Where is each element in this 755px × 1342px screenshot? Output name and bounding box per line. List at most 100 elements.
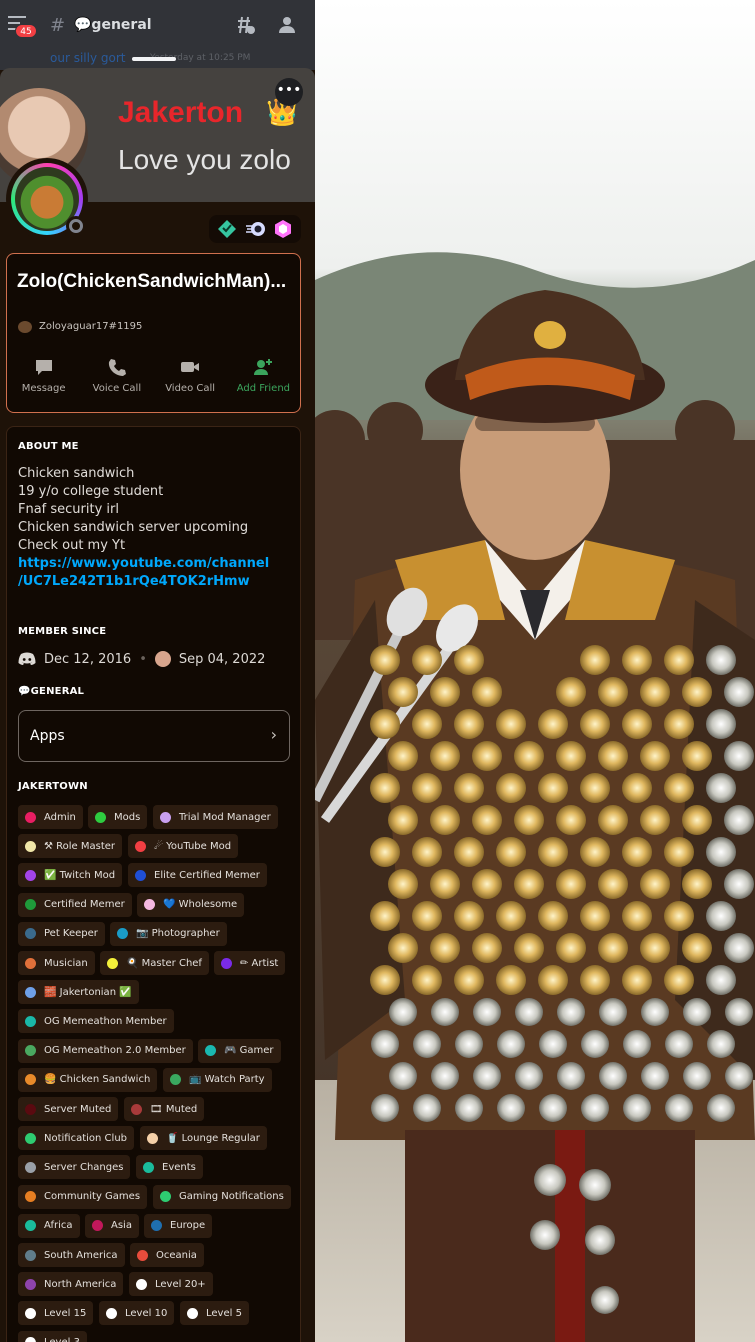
role-color-dot <box>151 1220 162 1232</box>
role-pill[interactable]: Oceania <box>130 1243 204 1267</box>
role-pill[interactable]: 💙 Wholesome <box>137 892 245 917</box>
role-color-dot <box>131 1103 142 1115</box>
medal <box>640 741 670 771</box>
medal <box>641 1062 669 1090</box>
role-pill[interactable]: Trial Mod Manager <box>153 805 278 829</box>
role-pill[interactable]: 🎞 Muted <box>124 1097 205 1121</box>
medal <box>640 869 670 899</box>
role-pill[interactable]: Asia <box>85 1213 139 1238</box>
role-pill[interactable]: Gaming Notifications <box>153 1184 291 1209</box>
role-pill[interactable]: Elite Certified Memer <box>128 863 267 888</box>
medal <box>496 709 526 739</box>
role-pill[interactable]: Server Changes <box>18 1155 131 1180</box>
medal <box>706 965 736 995</box>
role-pill[interactable]: 🍔 Chicken Sandwich <box>18 1067 158 1092</box>
role-color-dot <box>137 1249 148 1261</box>
role-pill[interactable]: Europe <box>144 1213 213 1238</box>
boost-badge-icon[interactable] <box>273 219 293 239</box>
role-pill[interactable]: Certified Memer <box>18 892 132 917</box>
medal <box>412 965 442 995</box>
message-button[interactable]: Message <box>7 357 80 394</box>
nitro-badge-icon[interactable] <box>245 219 265 239</box>
add-friend-button[interactable]: Add Friend <box>227 357 300 394</box>
role-pill[interactable]: 🎮 Gamer <box>198 1038 281 1063</box>
medal <box>430 677 460 707</box>
role-pill[interactable]: Community Games <box>18 1184 148 1209</box>
role-label: Africa <box>44 1220 73 1232</box>
medal <box>557 1062 585 1090</box>
members-icon[interactable] <box>276 14 298 36</box>
role-pill[interactable]: Server Muted <box>18 1097 119 1121</box>
medal <box>370 645 400 675</box>
medal <box>665 1030 693 1058</box>
role-pill[interactable]: Africa <box>18 1213 80 1238</box>
more-options-button[interactable]: ••• <box>275 78 303 106</box>
medal <box>706 901 736 931</box>
bio-line: Chicken sandwich <box>18 466 135 481</box>
role-pill[interactable]: 🍳 Master Chef <box>100 951 209 975</box>
role-pill[interactable]: 📺 Watch Party <box>163 1067 272 1092</box>
role-pill[interactable]: 🧱 Jakertonian ✅ <box>18 980 139 1005</box>
profile-panel: 45 # 💬general our silly gort Yesterday a… <box>0 0 315 1342</box>
medal <box>472 869 502 899</box>
role-color-dot <box>117 928 128 940</box>
avatar[interactable] <box>6 158 88 240</box>
role-pill[interactable]: Level 20+ <box>129 1272 213 1297</box>
youtube-link[interactable]: https://www.youtube.com/channel/UC7Le242… <box>18 555 269 591</box>
role-pill[interactable]: South America <box>18 1243 125 1267</box>
bio-text: Chicken sandwich 19 y/o college student … <box>18 465 269 591</box>
role-pill[interactable]: OG Memeathon Member <box>18 1009 174 1034</box>
role-pill[interactable]: Level 3 <box>18 1330 87 1342</box>
role-label: Gaming Notifications <box>179 1191 284 1203</box>
medal <box>496 965 526 995</box>
role-pill[interactable]: Level 10 <box>99 1301 175 1326</box>
medal <box>412 709 442 739</box>
medal <box>622 965 652 995</box>
medal <box>641 998 669 1026</box>
role-color-dot <box>25 1337 36 1342</box>
role-pill[interactable]: Admin <box>18 805 83 829</box>
roles-heading: JAKERTOWN <box>18 781 88 792</box>
medal <box>557 998 585 1026</box>
role-pill[interactable]: OG Memeathon 2.0 Member <box>18 1038 193 1063</box>
video-call-button[interactable]: Video Call <box>154 357 227 394</box>
threads-icon[interactable] <box>234 14 256 36</box>
sheet-drag-handle[interactable] <box>132 57 176 61</box>
discord-logo-icon <box>18 652 36 665</box>
voice-call-button[interactable]: Voice Call <box>80 357 153 394</box>
server-icon <box>154 651 171 667</box>
role-pill[interactable]: ☄ YouTube Mod <box>128 834 239 859</box>
role-color-dot <box>144 899 155 911</box>
medal <box>598 805 628 835</box>
role-color-dot <box>25 1103 36 1115</box>
role-label: Level 20+ <box>155 1278 206 1290</box>
medal <box>473 1062 501 1090</box>
role-pill[interactable]: Notification Club <box>18 1126 135 1151</box>
role-pill[interactable]: Level 5 <box>180 1301 249 1326</box>
role-label: Musician <box>44 957 88 969</box>
role-pill[interactable]: ✅ Twitch Mod <box>18 863 123 888</box>
username[interactable]: Zoloyaguar17#1195 <box>39 321 142 332</box>
role-pill[interactable]: Musician <box>18 951 95 975</box>
medal <box>430 933 460 963</box>
apps-row[interactable]: Apps › <box>18 710 290 762</box>
medal <box>473 998 501 1026</box>
role-pill[interactable]: Events <box>136 1155 203 1180</box>
medal <box>370 773 400 803</box>
medal <box>556 805 586 835</box>
role-pill[interactable]: ⚒ Role Master <box>18 834 123 859</box>
role-label: Server Muted <box>44 1103 112 1115</box>
medal <box>682 677 712 707</box>
medal <box>539 1094 567 1122</box>
role-pill[interactable]: 🥤 Lounge Regular <box>140 1126 267 1151</box>
medal <box>431 998 459 1026</box>
role-label: Level 5 <box>206 1307 242 1319</box>
role-pill[interactable]: ✏ Artist <box>214 951 286 975</box>
role-pill[interactable]: North America <box>18 1272 124 1297</box>
role-pill[interactable]: Pet Keeper <box>18 921 105 946</box>
role-pill[interactable]: Mods <box>88 805 148 829</box>
role-pill[interactable]: 📷 Photographer <box>110 921 227 946</box>
medal <box>581 1094 609 1122</box>
hypesquad-badge-icon[interactable] <box>217 219 237 239</box>
role-pill[interactable]: Level 15 <box>18 1301 94 1326</box>
